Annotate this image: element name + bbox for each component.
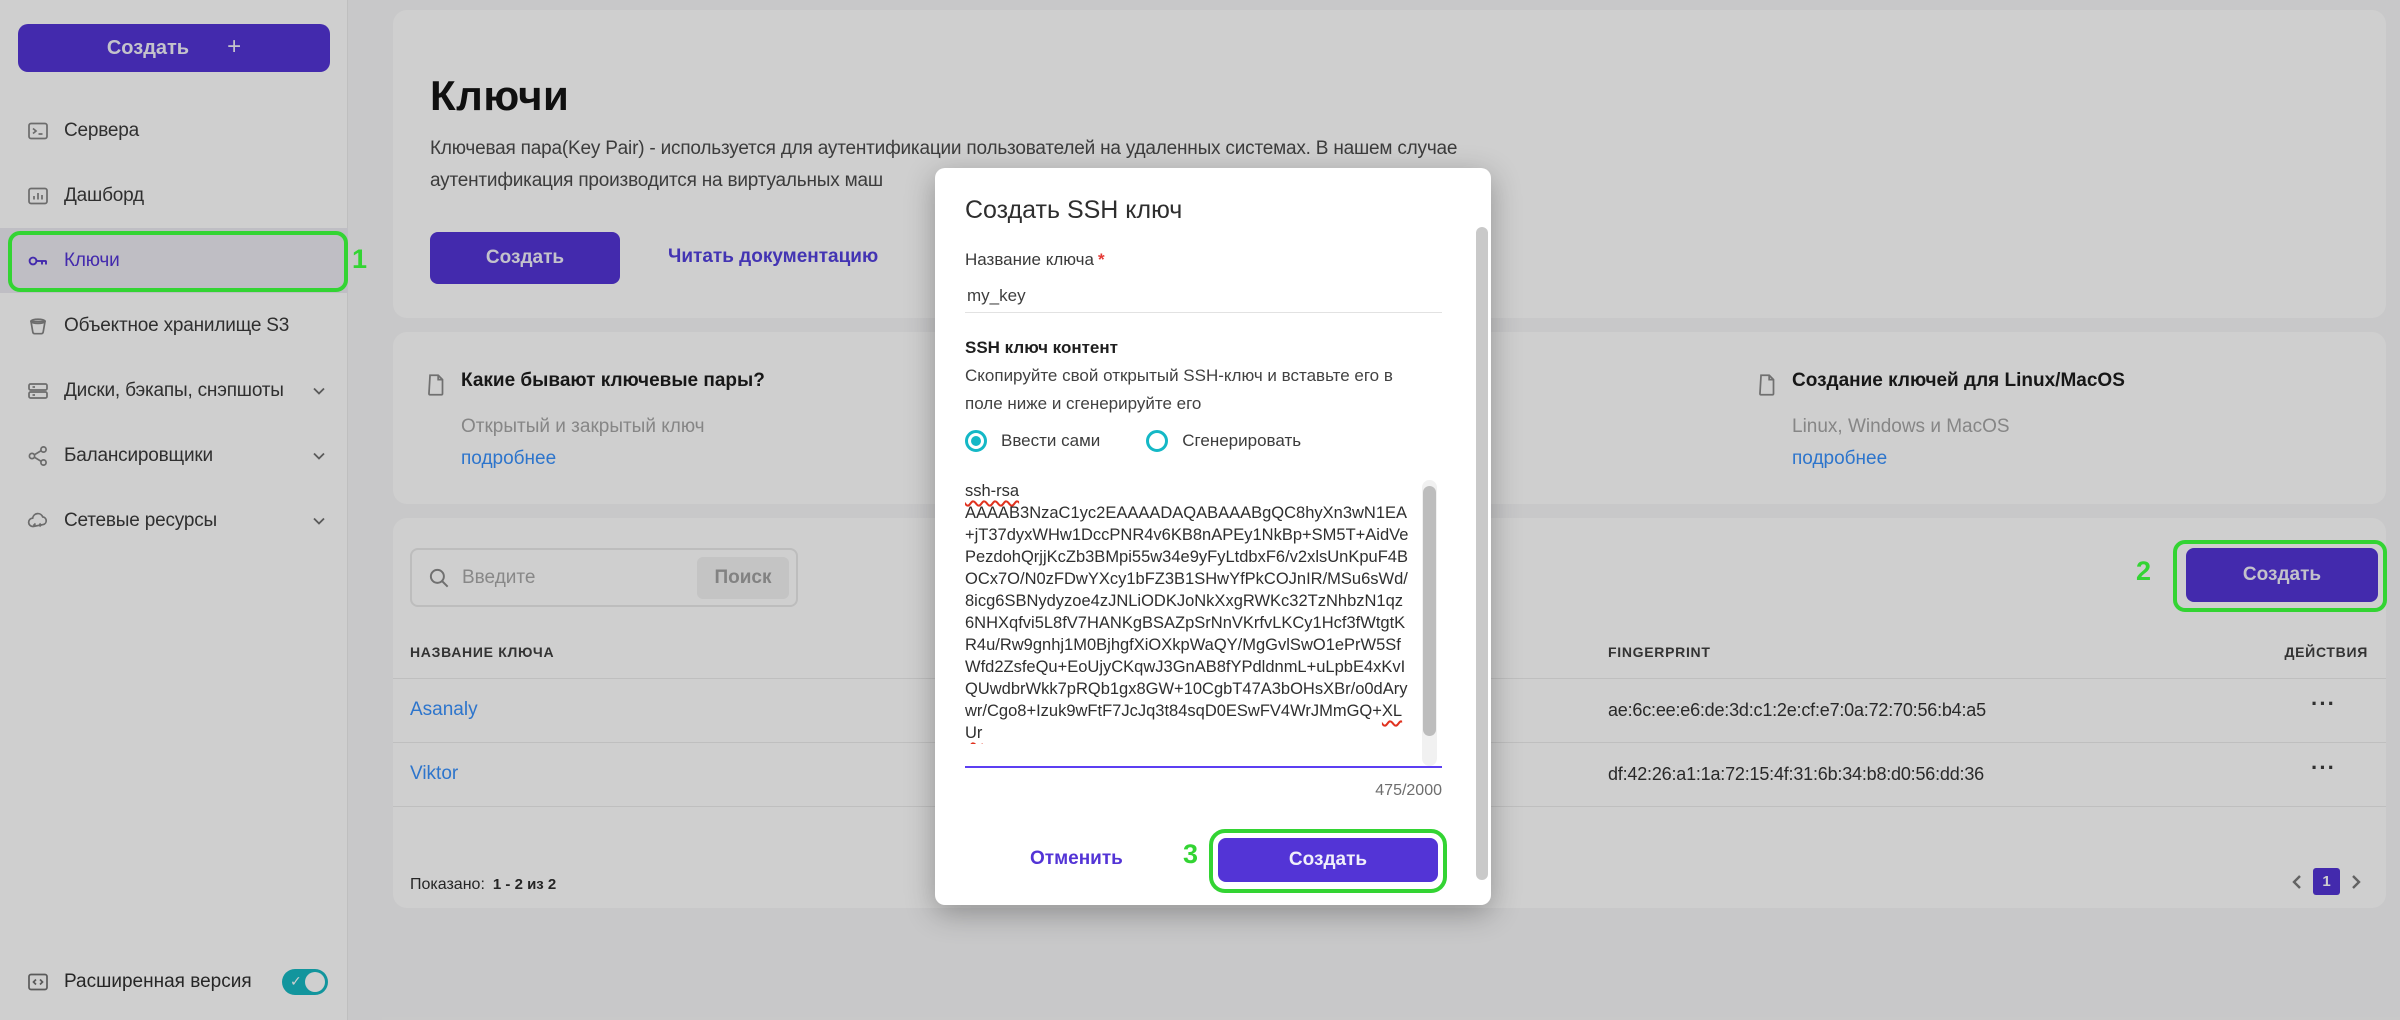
ssh-key-body: AAAAB3NzaC1yc2EAAAADAQABAAABgQC8hyXn3wN1… [965, 504, 1408, 720]
radio-generate[interactable] [1146, 430, 1168, 452]
textarea-scrollbar-track[interactable] [1422, 480, 1437, 766]
radio-enter-manually-label[interactable]: Ввести сами [1001, 431, 1100, 451]
char-counter: 475/2000 [1375, 782, 1442, 800]
modal-scrollbar-thumb[interactable] [1476, 227, 1488, 880]
required-asterisk: * [1098, 250, 1105, 269]
ssh-content-label: SSH ключ контент [965, 338, 1118, 358]
cancel-button[interactable]: Отменить [1030, 848, 1123, 870]
input-underline [965, 312, 1442, 313]
radio-generate-label[interactable]: Сгенерировать [1182, 431, 1301, 451]
create-ssh-key-modal: Создать SSH ключ Название ключа* SSH клю… [935, 168, 1491, 905]
annotation-label-2: 2 [2136, 556, 2151, 587]
annotation-label-3: 3 [1183, 839, 1198, 870]
radio-enter-manually[interactable] [965, 430, 987, 452]
key-source-radio-group: Ввести сами Сгенерировать [965, 430, 1301, 452]
annotation-label-1: 1 [352, 244, 367, 275]
key-name-label-text: Название ключа [965, 250, 1094, 269]
modal-title: Создать SSH ключ [965, 196, 1182, 225]
ssh-help-line2: поле ниже и сгенерируйте его [965, 394, 1201, 414]
ssh-help-line1: Скопируйте свой открытый SSH-ключ и вста… [965, 366, 1393, 386]
textarea-scrollbar-thumb[interactable] [1423, 486, 1436, 736]
key-name-label: Название ключа* [965, 250, 1105, 270]
ssh-key-prefix: ssh-rsa [965, 482, 1019, 500]
key-name-input[interactable] [965, 278, 1446, 314]
app-window: Создать + Сервера Дашборд Ключи Объектно… [0, 0, 2400, 1020]
ssh-key-text: ssh-rsa AAAAB3NzaC1yc2EAAAADAQABAAABgQC8… [965, 480, 1410, 744]
ssh-key-textarea[interactable]: ssh-rsa AAAAB3NzaC1yc2EAAAADAQABAAABgQC8… [965, 480, 1442, 768]
modal-create-button[interactable]: Создать [1218, 838, 1438, 882]
